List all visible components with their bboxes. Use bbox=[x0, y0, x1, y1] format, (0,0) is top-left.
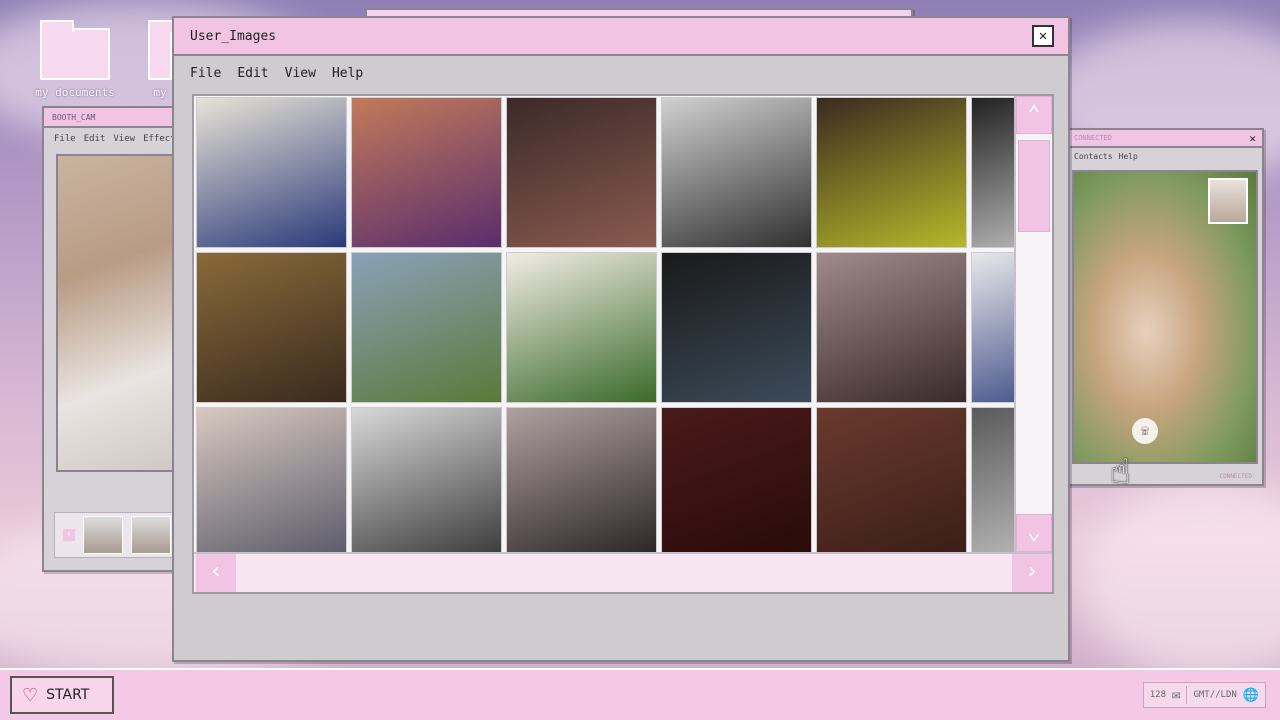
menu-help[interactable]: Help bbox=[332, 66, 363, 81]
menu-contacts[interactable]: Contacts bbox=[1074, 152, 1113, 161]
menu-edit[interactable]: Edit bbox=[237, 66, 268, 81]
globe-icon[interactable]: 🌐 bbox=[1243, 688, 1259, 703]
heart-icon: ♡ bbox=[22, 684, 39, 706]
scroll-up-button[interactable]: ⌃ bbox=[1016, 96, 1052, 134]
photo-thumbnail[interactable] bbox=[971, 97, 1014, 248]
start-button[interactable]: ♡ START bbox=[10, 676, 114, 714]
menu-file[interactable]: File bbox=[190, 66, 221, 81]
photo-thumbnail[interactable] bbox=[351, 97, 502, 248]
window-title: CONNECTED bbox=[1074, 134, 1112, 142]
photo-thumbnail[interactable] bbox=[971, 407, 1014, 552]
horizontal-scrollbar[interactable]: ‹ › bbox=[194, 552, 1052, 592]
scroll-down-button[interactable]: ⌄ bbox=[1016, 514, 1052, 552]
video-call-window: CONNECTED ✕ Contacts Help ☏ CONNECTED bbox=[1066, 128, 1264, 486]
mail-icon[interactable]: ✉ bbox=[1172, 687, 1180, 703]
booth-thumbnail[interactable] bbox=[131, 516, 171, 554]
chevron-left-icon[interactable]: ‹ bbox=[63, 529, 75, 541]
hand-cursor-icon: ☝ bbox=[1110, 452, 1131, 492]
image-grid-viewport bbox=[194, 96, 1014, 552]
menu-help[interactable]: Help bbox=[1119, 152, 1138, 161]
booth-cam-window: BOOTH_CAM File Edit View Effects ‹ bbox=[42, 106, 182, 572]
cloud-decoration bbox=[1080, 480, 1280, 680]
photo-thumbnail[interactable] bbox=[661, 252, 812, 403]
desktop-icon-label: my documents bbox=[35, 86, 115, 99]
image-gallery: ⌃ ⌄ ‹ › bbox=[192, 94, 1054, 594]
booth-cam-titlebar[interactable]: BOOTH_CAM bbox=[44, 108, 180, 128]
scroll-right-button[interactable]: › bbox=[1012, 554, 1052, 592]
connection-status: CONNECTED bbox=[1219, 473, 1252, 480]
booth-cam-menubar: File Edit View Effects bbox=[44, 128, 180, 150]
photo-thumbnail[interactable] bbox=[196, 407, 347, 552]
hang-up-icon[interactable]: ☏ bbox=[1132, 418, 1158, 444]
desktop-icon-label: my bbox=[153, 86, 167, 99]
self-view-thumbnail bbox=[1208, 178, 1248, 224]
window-title: User_Images bbox=[190, 28, 277, 44]
photo-thumbnail[interactable] bbox=[506, 97, 657, 248]
vertical-scrollbar[interactable]: ⌃ ⌄ bbox=[1014, 96, 1052, 552]
booth-thumbnail[interactable] bbox=[83, 516, 123, 554]
photo-thumbnail[interactable] bbox=[816, 407, 967, 552]
photo-thumbnail[interactable] bbox=[971, 252, 1014, 403]
start-label: START bbox=[46, 687, 90, 703]
video-call-view: ☏ bbox=[1072, 170, 1258, 464]
image-grid bbox=[194, 96, 1014, 552]
close-button[interactable]: ✕ bbox=[1032, 25, 1054, 47]
desktop-icon-my-documents[interactable]: my documents bbox=[30, 20, 120, 99]
scroll-left-button[interactable]: ‹ bbox=[196, 554, 236, 592]
video-call-titlebar[interactable]: CONNECTED ✕ bbox=[1068, 130, 1262, 148]
menu-file[interactable]: File bbox=[54, 134, 76, 144]
taskbar: ♡ START 128 ✉ GMT//LDN 🌐 bbox=[0, 668, 1280, 720]
menu-edit[interactable]: Edit bbox=[84, 134, 106, 144]
photo-thumbnail[interactable] bbox=[661, 97, 812, 248]
window-title: BOOTH_CAM bbox=[52, 112, 96, 122]
menu-view[interactable]: View bbox=[113, 134, 135, 144]
tray-divider bbox=[1186, 686, 1188, 704]
video-call-menubar: Contacts Help bbox=[1068, 148, 1262, 165]
photo-thumbnail[interactable] bbox=[196, 252, 347, 403]
menu-view[interactable]: View bbox=[285, 66, 316, 81]
photo-thumbnail[interactable] bbox=[816, 97, 967, 248]
photo-thumbnail[interactable] bbox=[506, 407, 657, 552]
user-images-window: User_Images ✕ File Edit View Help ⌃ ⌄ ‹ … bbox=[172, 16, 1070, 662]
close-icon[interactable]: ✕ bbox=[1249, 132, 1256, 145]
photo-thumbnail[interactable] bbox=[196, 97, 347, 248]
camera-view bbox=[56, 154, 180, 472]
photo-thumbnail[interactable] bbox=[506, 252, 657, 403]
photo-thumbnail[interactable] bbox=[816, 252, 967, 403]
main-menubar: File Edit View Help bbox=[174, 56, 1068, 91]
system-tray: 128 ✉ GMT//LDN 🌐 bbox=[1142, 682, 1266, 708]
vertical-scroll-thumb[interactable] bbox=[1018, 140, 1050, 232]
tray-count: 128 bbox=[1149, 690, 1167, 700]
folder-icon bbox=[40, 20, 110, 80]
tray-timezone: GMT//LDN bbox=[1193, 690, 1237, 700]
photo-thumbnail[interactable] bbox=[351, 252, 502, 403]
photo-thumbnail[interactable] bbox=[351, 407, 502, 552]
user-images-titlebar[interactable]: User_Images ✕ bbox=[174, 18, 1068, 56]
booth-thumbnail-strip: ‹ bbox=[54, 512, 180, 558]
folder-icon bbox=[148, 20, 182, 80]
photo-thumbnail[interactable] bbox=[661, 407, 812, 552]
